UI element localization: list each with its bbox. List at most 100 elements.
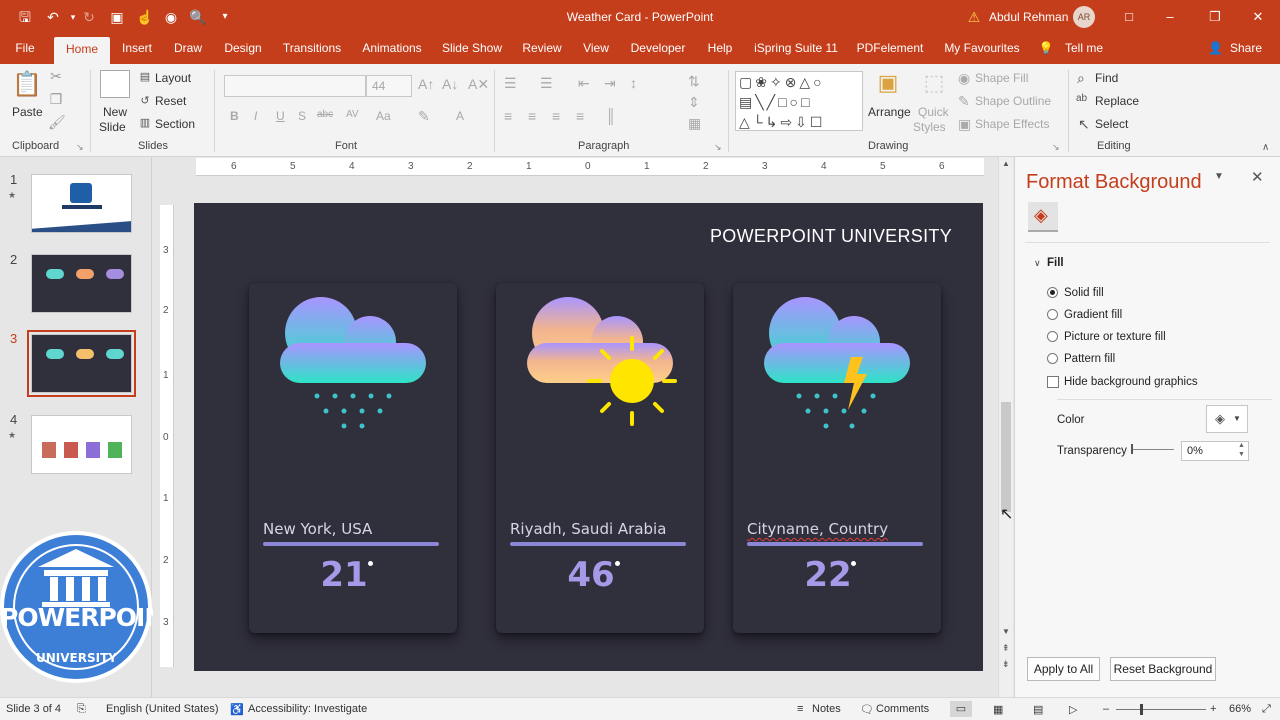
language-indicator[interactable]: English (United States) <box>106 703 219 715</box>
tab-transitions[interactable]: Transitions <box>279 34 345 64</box>
tab-my-favourites[interactable]: My Favourites <box>938 34 1026 64</box>
transparency-slider[interactable] <box>1132 449 1174 450</box>
char-spacing-button[interactable]: AV <box>346 109 359 120</box>
clipboard-launcher-icon[interactable]: ↘ <box>76 142 84 153</box>
paste-button[interactable]: Paste <box>12 105 43 119</box>
close-icon[interactable]: ✕ <box>1248 8 1268 26</box>
tab-review[interactable]: Review <box>516 34 568 64</box>
color-picker-button[interactable]: ◈ ▼ <box>1206 405 1248 433</box>
line-spacing-icon[interactable]: ↕ <box>630 75 637 91</box>
radio-picture-fill[interactable] <box>1047 331 1058 342</box>
tab-home[interactable]: Home <box>54 37 110 64</box>
hide-graphics-label[interactable]: Hide background graphics <box>1064 376 1198 388</box>
collapse-ribbon-icon[interactable]: ∧ <box>1262 142 1269 153</box>
city-name[interactable]: New York, USA <box>263 520 372 538</box>
vertical-scrollbar[interactable]: ▲ ▼ ⇞ ⇟ <box>998 157 1013 697</box>
find-icon[interactable]: ⌕ <box>1077 70 1085 87</box>
align-left-icon[interactable]: ≡ <box>504 108 512 124</box>
slide-thumbnail-4[interactable] <box>31 415 132 474</box>
layout-icon[interactable]: ▤ <box>138 70 152 83</box>
radio-pattern-fill[interactable] <box>1047 353 1058 364</box>
tab-slide-show[interactable]: Slide Show <box>439 34 505 64</box>
arrange-icon[interactable]: ▣ <box>874 70 902 100</box>
shape-outline-button[interactable]: Shape Outline <box>975 94 1051 108</box>
tab-developer[interactable]: Developer <box>624 34 692 64</box>
find-button[interactable]: Find <box>1095 71 1118 85</box>
decrease-font-icon[interactable]: A↓ <box>442 76 458 92</box>
transparency-input[interactable]: 0% ▲ ▼ <box>1181 441 1249 461</box>
solid-fill-label[interactable]: Solid fill <box>1064 287 1104 299</box>
copy-icon[interactable]: ❐ <box>48 91 64 108</box>
font-color-button[interactable]: A <box>456 109 464 123</box>
cut-icon[interactable]: ✂ <box>48 68 64 85</box>
layout-button[interactable]: Layout <box>155 71 191 85</box>
notes-button[interactable]: Notes <box>812 703 841 715</box>
smartart-icon[interactable]: ▦ <box>688 115 701 132</box>
share-button[interactable]: Share <box>1226 34 1266 64</box>
slide-sorter-icon[interactable]: ▦ <box>993 703 1003 716</box>
city-name[interactable]: Riyadh, Saudi Arabia <box>510 520 666 538</box>
slide-thumbnail-1[interactable] <box>31 174 132 233</box>
shapes-gallery[interactable]: ▢❀✧⊗△○ ▤╲╱□○□ △└↳⇨⇩☐ <box>735 71 863 131</box>
new-slide-button-line2[interactable]: Slide <box>99 120 126 134</box>
transparency-slider-handle[interactable] <box>1131 444 1133 454</box>
radio-gradient-fill[interactable] <box>1047 309 1058 320</box>
scrollbar-thumb[interactable] <box>1001 402 1011 512</box>
apply-to-all-button[interactable]: Apply to All <box>1027 657 1100 681</box>
zoom-out-icon[interactable]: – <box>1103 703 1109 715</box>
shape-fill-button[interactable]: Shape Fill <box>975 71 1028 85</box>
collapse-chevron-icon[interactable]: ∨ <box>1034 258 1041 269</box>
weather-card[interactable]: Cityname, Country 22 <box>733 283 941 633</box>
decrease-indent-icon[interactable]: ⇤ <box>578 75 590 92</box>
temperature-value[interactable]: 22 <box>733 555 923 595</box>
next-slide-icon[interactable]: ⇟ <box>1002 659 1010 670</box>
paste-icon[interactable]: 📋 <box>12 70 42 100</box>
shape-fill-icon[interactable]: ◉ <box>958 70 970 87</box>
italic-button[interactable]: I <box>254 109 257 123</box>
font-family-select[interactable] <box>224 75 366 97</box>
picture-fill-label[interactable]: Picture or texture fill <box>1064 331 1166 343</box>
pattern-fill-label[interactable]: Pattern fill <box>1064 353 1115 365</box>
text-direction-icon[interactable]: ⇅ <box>688 73 700 90</box>
temperature-value[interactable]: 46 <box>496 555 686 595</box>
warning-icon[interactable]: ⚠ <box>965 8 983 26</box>
comments-button[interactable]: Comments <box>876 703 929 715</box>
arrange-button[interactable]: Arrange <box>868 105 911 119</box>
accessibility-status[interactable]: Accessibility: Investigate <box>248 703 367 715</box>
zoom-slider-handle[interactable] <box>1140 704 1143 715</box>
tell-me-search[interactable]: Tell me <box>1060 34 1108 64</box>
bold-button[interactable]: B <box>230 109 239 123</box>
spin-up-icon[interactable]: ▲ <box>1238 442 1245 449</box>
slide-thumbnail-2[interactable] <box>31 254 132 313</box>
accessibility-icon[interactable]: ♿ <box>230 703 244 716</box>
new-slide-icon[interactable] <box>100 70 130 98</box>
ribbon-display-icon[interactable]: □ <box>1119 8 1139 26</box>
gradient-fill-label[interactable]: Gradient fill <box>1064 309 1122 321</box>
bullets-icon[interactable]: ☰ <box>504 75 517 92</box>
replace-button[interactable]: Replace <box>1095 94 1139 108</box>
reset-icon[interactable]: ↺ <box>138 94 152 107</box>
zoom-slider[interactable] <box>1116 709 1206 710</box>
shape-outline-icon[interactable]: ✎ <box>958 93 970 110</box>
align-center-icon[interactable]: ≡ <box>528 108 536 124</box>
align-right-icon[interactable]: ≡ <box>552 108 560 124</box>
select-button[interactable]: Select <box>1095 117 1128 131</box>
numbering-icon[interactable]: ☰ <box>540 75 553 92</box>
spin-down-icon[interactable]: ▼ <box>1238 451 1245 458</box>
shadow-button[interactable]: S <box>298 109 306 123</box>
fit-to-window-icon[interactable]: ⤢ <box>1262 703 1271 716</box>
increase-indent-icon[interactable]: ⇥ <box>604 75 616 92</box>
scroll-up-icon[interactable]: ▲ <box>1002 159 1010 168</box>
avatar[interactable]: AR <box>1073 6 1095 28</box>
scroll-down-icon[interactable]: ▼ <box>1002 627 1010 636</box>
city-name[interactable]: Cityname, Country <box>747 520 888 538</box>
zoom-in-icon[interactable]: + <box>1210 703 1216 715</box>
tab-animations[interactable]: Animations <box>356 34 428 64</box>
weather-card[interactable]: Riyadh, Saudi Arabia 46 <box>496 283 704 633</box>
quick-styles-icon[interactable]: ⬚ <box>920 70 948 100</box>
increase-font-icon[interactable]: A↑ <box>418 76 434 92</box>
slideshow-view-icon[interactable]: ▷ <box>1069 703 1077 716</box>
quick-styles-button[interactable]: Quick <box>918 105 949 119</box>
tab-file[interactable]: File <box>8 34 42 64</box>
shape-effects-icon[interactable]: ▣ <box>958 116 971 133</box>
